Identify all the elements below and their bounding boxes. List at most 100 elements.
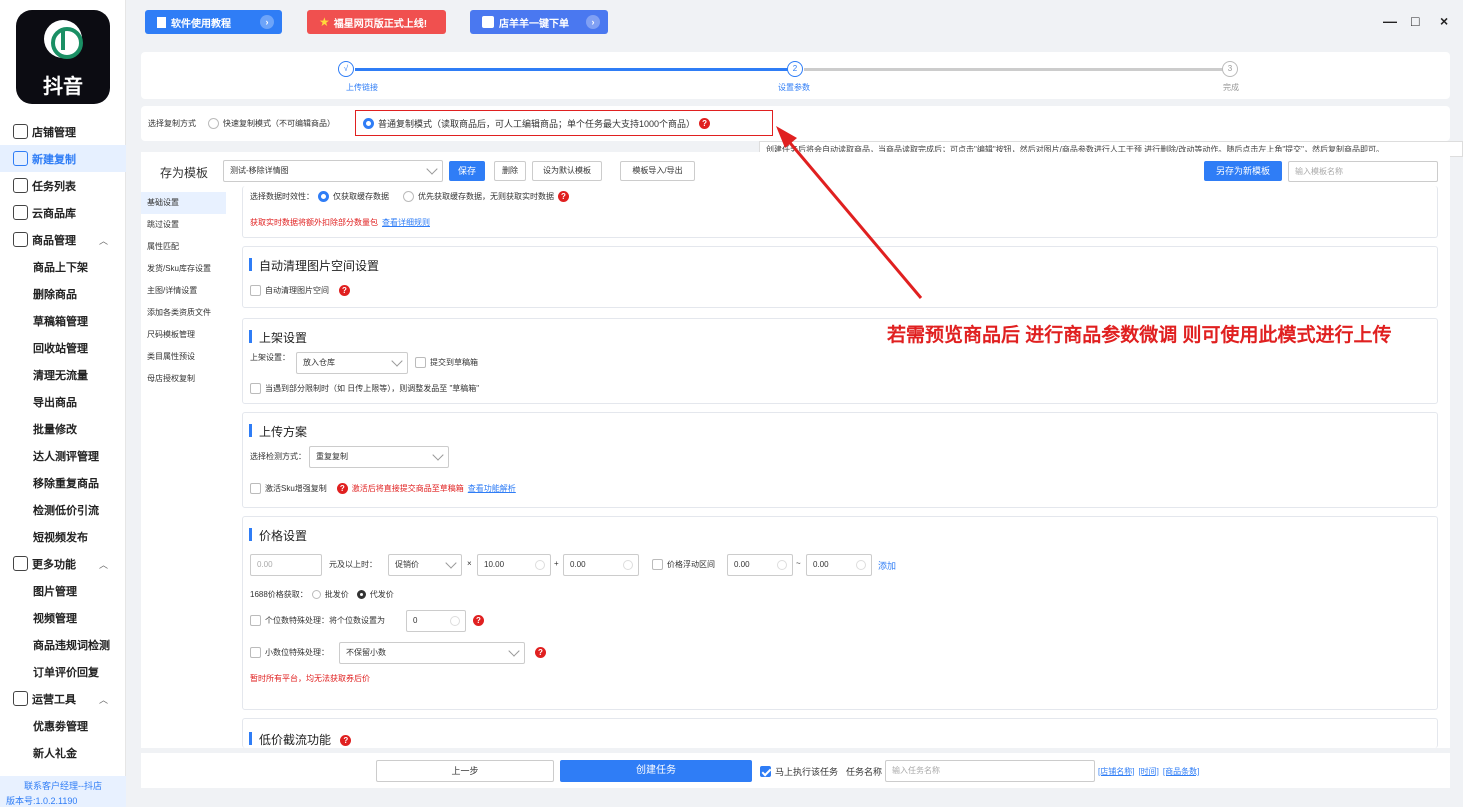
sku-enhance-checkbox[interactable] bbox=[250, 483, 261, 494]
sidebar-subitem[interactable]: 删除商品 bbox=[0, 280, 126, 307]
add-rule-link[interactable]: 添加 bbox=[878, 559, 896, 572]
sidebar-subitem[interactable]: 检测低价引流 bbox=[0, 496, 126, 523]
insert-time-tag[interactable]: [时间] bbox=[1138, 766, 1158, 777]
help-icon[interactable]: ? bbox=[339, 285, 350, 296]
step-2-dot: 2 bbox=[787, 61, 803, 77]
set-default-template-button[interactable]: 设为默认模板 bbox=[532, 161, 602, 181]
float-max-input[interactable]: 0.00 bbox=[806, 554, 872, 576]
help-icon[interactable]: ? bbox=[535, 647, 546, 658]
sidebar-subitem[interactable]: 短视频发布 bbox=[0, 523, 126, 550]
sidebar-subitem[interactable]: 移除重复商品 bbox=[0, 469, 126, 496]
units-value-input[interactable]: 0 bbox=[406, 610, 466, 632]
task-name-input[interactable]: 输入任务名称 bbox=[885, 760, 1095, 782]
sidebar-item-goods-management[interactable]: 商品管理 ︿ bbox=[0, 226, 126, 253]
insert-count-tag[interactable]: [商品条数] bbox=[1163, 766, 1199, 777]
web-launch-button[interactable]: ★ 福星网页版正式上线! bbox=[307, 10, 446, 34]
close-button[interactable]: × bbox=[1440, 13, 1448, 29]
sidebar-item-store[interactable]: 店铺管理 bbox=[0, 118, 126, 145]
stepper-icon[interactable] bbox=[777, 560, 787, 570]
run-now-checkbox[interactable] bbox=[760, 766, 771, 777]
min-price-input[interactable]: 0.00 bbox=[250, 554, 322, 576]
decimal-checkbox[interactable] bbox=[250, 647, 261, 658]
minimize-button[interactable]: — bbox=[1383, 13, 1397, 29]
low-price-title: 低价截流功能 ? bbox=[249, 731, 352, 748]
decimal-select[interactable]: 不保留小数 bbox=[339, 642, 525, 664]
cache-only-radio[interactable] bbox=[318, 191, 329, 202]
auto-clean-checkbox[interactable] bbox=[250, 285, 261, 296]
template-name-input[interactable]: 输入模板名称 bbox=[1288, 161, 1438, 182]
sidebar-item-new-copy[interactable]: 新建复制 bbox=[0, 145, 126, 172]
insert-shop-name-tag[interactable]: [店铺名称] bbox=[1098, 766, 1134, 777]
feature-explain-link[interactable]: 查看功能解析 bbox=[468, 483, 516, 494]
delete-template-button[interactable]: 删除 bbox=[494, 161, 526, 181]
sidebar-subitem[interactable]: 订单评价回复 bbox=[0, 658, 126, 685]
contact-manager-link[interactable]: 联系客户经理--抖店 bbox=[24, 779, 102, 792]
one-click-order-button[interactable]: 店羊羊一键下单 › bbox=[470, 10, 608, 34]
settings-nav-item[interactable]: 基础设置 bbox=[141, 192, 226, 214]
detect-method-select[interactable]: 重复复制 bbox=[309, 446, 449, 468]
sidebar-item-task-list[interactable]: 任务列表 bbox=[0, 172, 126, 199]
template-label: 存为模板 bbox=[160, 166, 209, 180]
cache-first-label[interactable]: 优先获取缓存数据，无则获取实时数据 bbox=[418, 191, 554, 202]
sidebar-subitem[interactable]: 新人礼金 bbox=[0, 739, 126, 766]
dropship-radio[interactable] bbox=[356, 590, 366, 599]
sidebar-subitem[interactable]: 图片管理 bbox=[0, 577, 126, 604]
template-select[interactable]: 测试-移除详情图 bbox=[223, 160, 443, 182]
sidebar-subitem[interactable]: 商品上下架 bbox=[0, 253, 126, 280]
settings-nav-item[interactable]: 类目属性预设 bbox=[141, 346, 226, 368]
fast-mode-radio[interactable] bbox=[208, 118, 219, 129]
save-template-button[interactable]: 保存 bbox=[449, 161, 485, 181]
save-as-new-template-button[interactable]: 另存为新模板 bbox=[1204, 161, 1282, 181]
help-icon[interactable]: ? bbox=[336, 483, 348, 494]
previous-step-button[interactable]: 上一步 bbox=[376, 760, 554, 782]
dropship-label[interactable]: 代发价 bbox=[370, 589, 394, 600]
help-icon[interactable]: ? bbox=[558, 191, 569, 202]
listing-select[interactable]: 放入仓库 bbox=[296, 352, 408, 374]
settings-nav-item[interactable]: 母店授权复制 bbox=[141, 368, 226, 390]
chevron-up-icon: ︿ bbox=[98, 236, 108, 246]
tutorial-button[interactable]: 软件使用教程 › bbox=[145, 10, 282, 34]
float-min-input[interactable]: 0.00 bbox=[727, 554, 793, 576]
wholesale-radio[interactable] bbox=[311, 590, 321, 599]
limit-draft-checkbox[interactable] bbox=[250, 383, 261, 394]
sidebar-subitem[interactable]: 批量修改 bbox=[0, 415, 126, 442]
cache-first-radio[interactable] bbox=[403, 191, 414, 202]
view-rules-link[interactable]: 查看详细规则 bbox=[382, 217, 430, 228]
cache-only-label[interactable]: 仅获取缓存数据 bbox=[333, 191, 389, 202]
sidebar-subitem[interactable]: 清理无流量 bbox=[0, 361, 126, 388]
settings-nav-item[interactable]: 主图/详情设置 bbox=[141, 280, 226, 302]
sidebar-subitem[interactable]: 视频管理 bbox=[0, 604, 126, 631]
sidebar-subitem[interactable]: 优惠劵管理 bbox=[0, 712, 126, 739]
help-icon[interactable]: ? bbox=[473, 615, 484, 626]
units-checkbox[interactable] bbox=[250, 615, 261, 626]
settings-nav-item[interactable]: 添加各类资质文件 bbox=[141, 302, 226, 324]
sidebar-item-ops-tools[interactable]: 运营工具 ︿ bbox=[0, 685, 126, 712]
stepper-icon[interactable] bbox=[535, 560, 545, 570]
float-range-checkbox[interactable] bbox=[652, 559, 663, 570]
sidebar-subitem[interactable]: 草稿箱管理 bbox=[0, 307, 126, 334]
multiplier-input[interactable]: 10.00 bbox=[477, 554, 551, 576]
submit-draft-checkbox[interactable] bbox=[415, 357, 426, 368]
help-icon[interactable]: ? bbox=[340, 735, 352, 747]
create-task-button[interactable]: 创建任务 bbox=[560, 760, 752, 782]
stepper-icon[interactable] bbox=[623, 560, 633, 570]
sidebar-item-more[interactable]: 更多功能 ︿ bbox=[0, 550, 126, 577]
sidebar-subitem[interactable]: 商品违规词检测 bbox=[0, 631, 126, 658]
settings-nav-item[interactable]: 尺码模板管理 bbox=[141, 324, 226, 346]
template-import-export-button[interactable]: 模板导入/导出 bbox=[620, 161, 695, 181]
sidebar-subitem[interactable]: 回收站管理 bbox=[0, 334, 126, 361]
sidebar-item-cloud-library[interactable]: 云商品库 bbox=[0, 199, 126, 226]
sidebar-subitem[interactable]: 达人测评管理 bbox=[0, 442, 126, 469]
sidebar-subitem[interactable]: 导出商品 bbox=[0, 388, 126, 415]
settings-nav-item[interactable]: 属性匹配 bbox=[141, 236, 226, 258]
price-type-select[interactable]: 促销价 bbox=[388, 554, 462, 576]
wholesale-label[interactable]: 批发价 bbox=[325, 589, 349, 600]
maximize-button[interactable]: □ bbox=[1411, 13, 1419, 29]
stepper-icon[interactable] bbox=[450, 616, 460, 626]
settings-nav-item[interactable]: 发货/Sku库存设置 bbox=[141, 258, 226, 280]
settings-nav-item[interactable]: 跳过设置 bbox=[141, 214, 226, 236]
fast-mode-label[interactable]: 快速复制模式（不可编辑商品） bbox=[223, 118, 335, 129]
stepper-icon[interactable] bbox=[856, 560, 866, 570]
addend-input[interactable]: 0.00 bbox=[563, 554, 639, 576]
timeliness-label: 选择数据时效性： bbox=[250, 192, 314, 201]
